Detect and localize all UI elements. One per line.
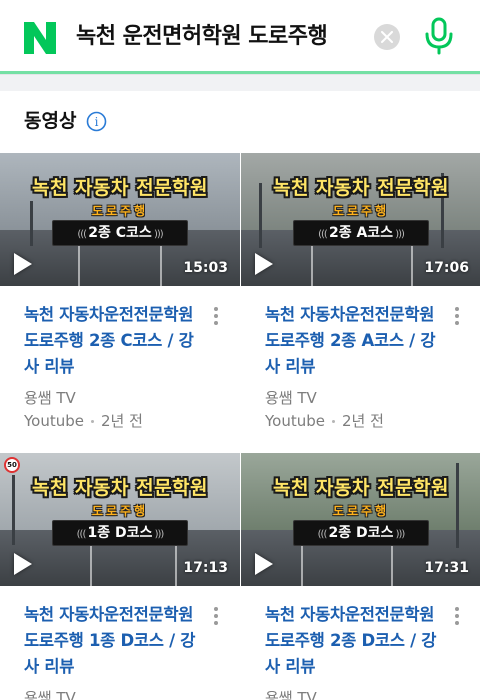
thumbnail-course-label: ((( 2종 C코스 ))) <box>52 220 188 246</box>
video-meta: Youtube 2년 전 <box>24 410 143 432</box>
thumbnail-course-label: ((( 2종 A코스 ))) <box>293 220 429 246</box>
video-thumbnail[interactable]: 녹천 자동차 전문학원 도로주행 ((( 2종 C코스 ))) 15:03 <box>0 153 240 286</box>
thumbnail-subtag: 도로주행 <box>91 504 149 518</box>
play-icon[interactable] <box>255 553 273 575</box>
thumbnail-brand-text: 녹천 자동차 전문학원 <box>31 177 209 199</box>
video-card[interactable]: 50 녹천 자동차 전문학원 도로주행 ((( 1종 D코스 ))) 17:13… <box>0 453 240 700</box>
search-input[interactable]: 녹천 운전면허학원 도로주행 <box>76 19 328 55</box>
video-source: Youtube <box>24 412 84 430</box>
search-bar: 녹천 운전면허학원 도로주행 <box>0 0 480 74</box>
more-options-icon[interactable] <box>212 307 220 327</box>
more-options-icon[interactable] <box>212 607 220 627</box>
channel-name: 용쌤 TV <box>24 389 76 407</box>
thumbnail-subtag: 도로주행 <box>91 204 149 218</box>
thumbnail-course-label: ((( 2종 D코스 ))) <box>293 520 429 546</box>
video-thumbnail[interactable]: 녹천 자동차 전문학원 도로주행 ((( 2종 A코스 ))) 17:06 <box>241 153 480 286</box>
clear-search-button[interactable] <box>374 24 400 50</box>
thumbnail-brand-text: 녹천 자동차 전문학원 <box>272 477 450 499</box>
section-divider <box>0 74 480 91</box>
video-card[interactable]: 녹천 자동차 전문학원 도로주행 ((( 2종 D코스 ))) 17:31 녹천… <box>241 453 480 700</box>
naver-logo-icon[interactable] <box>22 20 58 56</box>
close-icon <box>381 31 393 43</box>
play-icon[interactable] <box>14 553 32 575</box>
video-duration: 15:03 <box>183 260 228 276</box>
voice-search-mic-icon[interactable] <box>424 17 454 55</box>
video-card[interactable]: 녹천 자동차 전문학원 도로주행 ((( 2종 A코스 ))) 17:06 녹천… <box>241 153 480 443</box>
channel-name: 용쌤 TV <box>265 389 317 407</box>
video-title-link[interactable]: 녹천 자동차운전전문학원 도로주행 2종 C코스 / 강사 리뷰 <box>24 302 202 380</box>
channel-name: 용쌤 TV <box>265 689 317 700</box>
video-thumbnail[interactable]: 녹천 자동차 전문학원 도로주행 ((( 2종 D코스 ))) 17:31 <box>241 453 480 586</box>
video-duration: 17:13 <box>183 560 228 576</box>
video-title-link[interactable]: 녹천 자동차운전전문학원 도로주행 2종 D코스 / 강사 리뷰 <box>265 602 443 680</box>
svg-text:i: i <box>95 115 99 129</box>
video-age: 2년 전 <box>101 412 143 430</box>
video-duration: 17:31 <box>424 560 469 576</box>
play-icon[interactable] <box>14 253 32 275</box>
speed-sign: 50 <box>4 457 20 473</box>
more-options-icon[interactable] <box>453 307 461 327</box>
thumbnail-subtag: 도로주행 <box>332 504 390 518</box>
video-card[interactable]: 녹천 자동차 전문학원 도로주행 ((( 2종 C코스 ))) 15:03 녹천… <box>0 153 240 443</box>
more-options-icon[interactable] <box>453 607 461 627</box>
thumbnail-subtag: 도로주행 <box>332 204 390 218</box>
thumbnail-brand-text: 녹천 자동차 전문학원 <box>272 177 450 199</box>
video-age: 2년 전 <box>342 412 384 430</box>
info-icon[interactable]: i <box>86 111 107 132</box>
video-title-link[interactable]: 녹천 자동차운전전문학원 도로주행 2종 A코스 / 강사 리뷰 <box>265 302 443 380</box>
video-thumbnail[interactable]: 50 녹천 자동차 전문학원 도로주행 ((( 1종 D코스 ))) 17:13 <box>0 453 240 586</box>
channel-name: 용쌤 TV <box>24 689 76 700</box>
section-title: 동영상 <box>24 110 77 132</box>
video-source: Youtube <box>265 412 325 430</box>
video-duration: 17:06 <box>424 260 469 276</box>
video-title-link[interactable]: 녹천 자동차운전전문학원 도로주행 1종 D코스 / 강사 리뷰 <box>24 602 202 680</box>
thumbnail-brand-text: 녹천 자동차 전문학원 <box>31 477 209 499</box>
play-icon[interactable] <box>255 253 273 275</box>
video-meta: Youtube 2년 전 <box>265 410 384 432</box>
thumbnail-course-label: ((( 1종 D코스 ))) <box>52 520 188 546</box>
